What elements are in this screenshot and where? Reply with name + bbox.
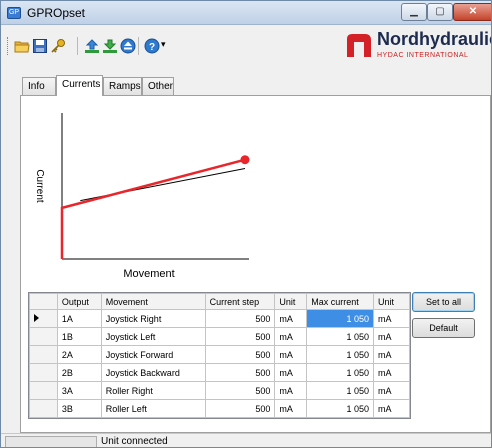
current-step-cell[interactable]: 500 bbox=[204, 345, 276, 364]
row-header-cell[interactable] bbox=[29, 309, 58, 328]
current-curve-chart: Current Movement bbox=[34, 113, 250, 280]
movement-cell[interactable]: Joystick Right bbox=[100, 309, 206, 328]
default-button[interactable]: Default bbox=[412, 318, 475, 338]
main-window: GP GPROpset ▁ ▢ ✕ ? ▾ Nordhydraulic HYDA… bbox=[0, 0, 492, 448]
unit-cell[interactable]: mA bbox=[274, 345, 308, 364]
output-cell[interactable]: 1B bbox=[56, 327, 102, 346]
max-current-cell[interactable]: 1 050 bbox=[306, 381, 375, 400]
unit-cell[interactable]: mA bbox=[373, 309, 410, 328]
unit-cell[interactable]: mA bbox=[274, 399, 308, 418]
unit-cell[interactable]: mA bbox=[373, 381, 410, 400]
current-step-cell[interactable]: 500 bbox=[204, 381, 276, 400]
column-header-unit[interactable]: Unit bbox=[274, 293, 308, 310]
unit-cell[interactable]: mA bbox=[274, 309, 308, 328]
chart-series-group bbox=[60, 155, 250, 259]
curve-endpoint-handle[interactable] bbox=[240, 155, 250, 165]
output-cell[interactable]: 3B bbox=[56, 399, 102, 418]
outputs-table: Output Movement Current step Unit Max cu… bbox=[29, 293, 410, 418]
outputs-table-container: Output Movement Current step Unit Max cu… bbox=[28, 292, 411, 419]
tab-currents[interactable]: Currents bbox=[56, 75, 103, 96]
column-header-current-step[interactable]: Current step bbox=[204, 293, 276, 310]
output-cell[interactable]: 1A bbox=[56, 309, 102, 328]
set-to-all-button[interactable]: Set to all bbox=[412, 292, 475, 312]
y-axis-label: Current bbox=[34, 169, 45, 203]
table-row[interactable]: 2A Joystick Forward 500 mA 1 050 mA bbox=[29, 345, 410, 364]
column-header-output[interactable]: Output bbox=[56, 293, 102, 310]
max-current-cell[interactable]: 1 050 bbox=[306, 327, 375, 346]
row-header-cell[interactable] bbox=[29, 363, 58, 382]
movement-cell[interactable]: Joystick Forward bbox=[100, 345, 206, 364]
row-header-cell[interactable] bbox=[29, 327, 58, 346]
status-progress-bar bbox=[5, 436, 97, 447]
status-text: Unit connected bbox=[101, 436, 168, 447]
column-header-max-current[interactable]: Max current bbox=[306, 293, 375, 310]
max-current-cell[interactable]: 1 050 bbox=[306, 399, 375, 418]
table-row[interactable]: 1A Joystick Right 500 mA 1 050 mA bbox=[29, 309, 410, 328]
row-header-corner bbox=[29, 293, 58, 310]
unit-cell[interactable]: mA bbox=[373, 399, 410, 418]
current-curve-line bbox=[60, 158, 246, 259]
row-header-cell[interactable] bbox=[29, 381, 58, 400]
table-row[interactable]: 3A Roller Right 500 mA 1 050 mA bbox=[29, 381, 410, 400]
unit-cell[interactable]: mA bbox=[274, 381, 308, 400]
output-cell[interactable]: 3A bbox=[56, 381, 102, 400]
row-header-cell[interactable] bbox=[29, 399, 58, 418]
max-current-cell[interactable]: 1 050 bbox=[306, 363, 375, 382]
table-row[interactable]: 1B Joystick Left 500 mA 1 050 mA bbox=[29, 327, 410, 346]
column-header-unit-2[interactable]: Unit bbox=[373, 293, 410, 310]
max-current-cell[interactable]: 1 050 bbox=[306, 345, 375, 364]
row-header-cell[interactable] bbox=[29, 345, 58, 364]
table-row[interactable]: 3B Roller Left 500 mA 1 050 mA bbox=[29, 399, 410, 418]
movement-cell[interactable]: Joystick Backward bbox=[100, 363, 206, 382]
output-cell[interactable]: 2B bbox=[56, 363, 102, 382]
status-bar: Unit connected bbox=[1, 433, 491, 447]
unit-cell[interactable]: mA bbox=[274, 327, 308, 346]
unit-cell[interactable]: mA bbox=[373, 345, 410, 364]
x-axis-label: Movement bbox=[123, 268, 174, 280]
table-row[interactable]: 2B Joystick Backward 500 mA 1 050 mA bbox=[29, 363, 410, 382]
movement-cell[interactable]: Joystick Left bbox=[100, 327, 206, 346]
current-step-cell[interactable]: 500 bbox=[204, 309, 276, 328]
unit-cell[interactable]: mA bbox=[373, 327, 410, 346]
current-step-cell[interactable]: 500 bbox=[204, 363, 276, 382]
unit-cell[interactable]: mA bbox=[373, 363, 410, 382]
output-cell[interactable]: 2A bbox=[56, 345, 102, 364]
movement-cell[interactable]: Roller Left bbox=[100, 399, 206, 418]
column-header-movement[interactable]: Movement bbox=[100, 293, 206, 310]
current-step-cell[interactable]: 500 bbox=[204, 327, 276, 346]
table-header-row: Output Movement Current step Unit Max cu… bbox=[29, 293, 410, 310]
current-row-arrow-icon bbox=[34, 313, 39, 322]
max-current-cell[interactable]: 1 050 bbox=[306, 309, 375, 328]
current-step-cell[interactable]: 500 bbox=[204, 399, 276, 418]
unit-cell[interactable]: mA bbox=[274, 363, 308, 382]
movement-cell[interactable]: Roller Right bbox=[100, 381, 206, 400]
